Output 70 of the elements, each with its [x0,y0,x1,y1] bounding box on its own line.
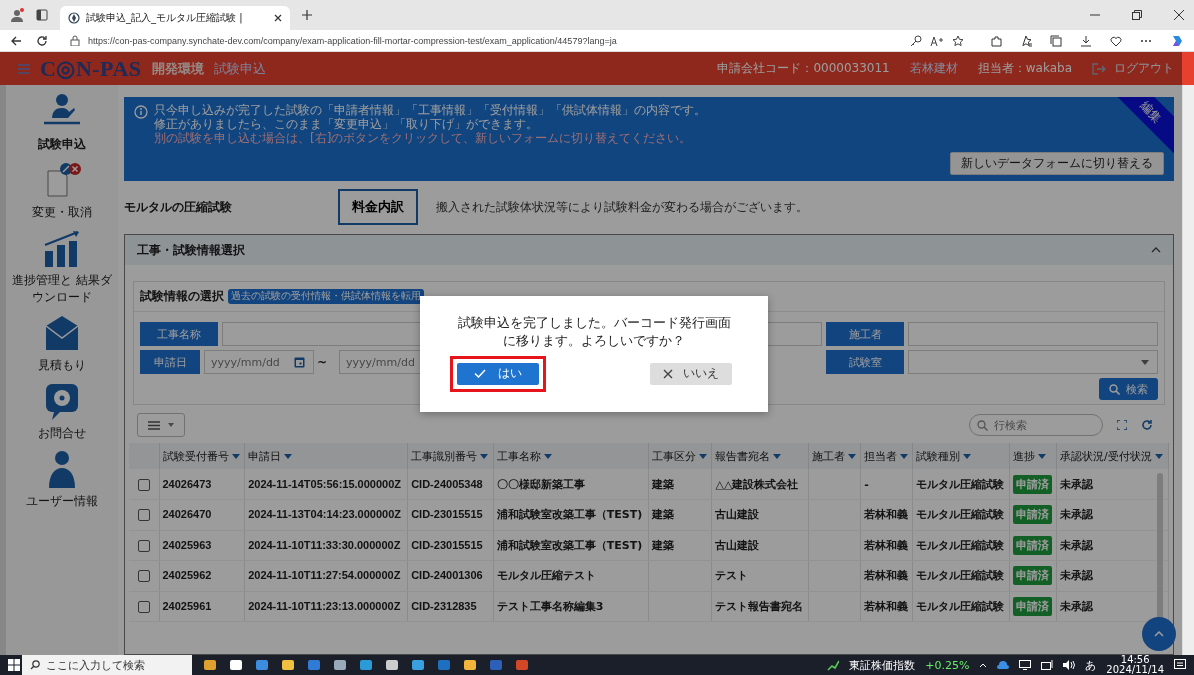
page-title: 試験申込 [213,59,266,78]
url-text: https://con-pas-company.synchate-dev.com/company/exam-application-fill-mortar-compression-test/exam_application/44579?lang=ja [88,35,617,46]
dialog-message: 試験申込を完了しました。バーコード発行画面 に移ります。よろしいですか？ [457,313,731,350]
table-cell: 未承認 [1060,477,1094,491]
table-cell: CID-23015515 [411,538,483,551]
table-cell: 古山建設 [715,508,760,522]
table-cell: 若林和義 [864,538,909,552]
status-badge: 申請済 [1013,535,1053,555]
environment-label: 開発環境 [151,59,204,78]
status-badge: 申請済 [1013,596,1053,616]
table-cell: 2024-11-10T11:27:54.000000Z [248,569,401,582]
table-cell: 若林和義 [864,569,909,583]
info-text: 只今申し込みが完了した試験の「申請者情報」「工事情報」「受付情報」「供試体情報」の内容です。 [154,103,706,117]
table-cell: 24026470 [162,508,212,521]
field-label: 工事名称 [140,322,218,346]
table-cell: モルタル圧縮試験 [916,538,1005,552]
table-cell: 未承認 [1060,508,1094,522]
alert-text: 別の試験を申し込む場合は、[右]のボタンをクリックして、新しいフォームに切り替えてください。 [154,131,693,146]
table-cell: 建築 [652,477,675,491]
table-cell: 2024-11-10T11:23:13.000000Z [248,599,401,612]
table-cell: テスト工事名称編集3 [496,599,604,613]
table-cell: モルタル圧縮試験 [916,508,1005,522]
table-cell: 若林和義 [864,508,909,522]
table-cell: テスト報告書宛名 [715,599,804,613]
table-cell: 浦和試験室改築工事（TEST) [496,508,643,522]
table-cell: CID-2312835 [411,599,477,612]
table-cell: - [864,477,869,491]
table-cell: 2024-11-10T11:33:30.000000Z [248,538,401,551]
status-badge: 申請済 [1013,566,1053,586]
table-cell: 〇〇様邸新築工事 [496,477,585,491]
field-label: 申請日 [140,350,200,374]
company-code: 申請会社コード：0000033011 [717,60,890,77]
card-title: 試験情報の選択 [140,288,224,305]
table-cell: 浦和試験室改築工事（TEST) [496,538,643,552]
table-cell: △△建設株式会社 [715,477,799,491]
table-cell: 2024-11-14T05:56:15.000000Z [248,477,402,490]
table-cell: 建築 [652,508,675,522]
table-cell: 未承認 [1060,569,1094,583]
range-separator: ~ [317,355,328,369]
table-cell: 未承認 [1060,599,1094,613]
hint-badge: 過去の試験の受付情報・供試体情報を転用 [228,289,424,304]
table-cell: 建築 [652,538,675,552]
table-cell: 未承認 [1060,538,1094,552]
table-cell: 若林和義 [864,599,909,613]
table-cell: 24025961 [162,599,212,612]
table-cell: モルタル圧縮テスト [496,569,596,583]
tab-title: 試験申込_記入_モルタル圧縮試験 | [86,11,244,25]
page-heading: モルタルの圧縮試験 [124,198,233,216]
stock-change: +0.25% [925,658,970,672]
table-cell: 24026473 [162,477,212,490]
field-label: 施工者 [826,322,904,346]
field-label: 試験室 [826,350,904,374]
fee-note: 搬入された試験体状況等により試験料金が変わる場合がございます。 [436,199,808,215]
table-cell: CID-24005348 [411,477,483,490]
table-cell: 24025963 [162,538,212,551]
table-cell: テスト [715,569,749,583]
table-cell: CID-24001306 [411,569,483,582]
table-cell: CID-23015515 [411,508,483,521]
table-cell: 2024-11-13T04:14:23.000000Z [248,508,402,521]
table-cell: 24025962 [162,569,212,582]
panel-title: 工事・試験情報選択 [137,241,245,259]
stock-name: 東証株価指数 [849,657,916,673]
status-badge: 申請済 [1013,505,1053,525]
user-label: 担当者：wakaba [977,60,1072,77]
table-cell: モルタル圧縮試験 [916,569,1005,583]
table-cell: モルタル圧縮試験 [916,477,1005,491]
table-cell: 古山建設 [715,538,760,552]
info-text: 修正がありましたら、このまま「変更申込」「取り下げ」ができます。 [154,117,539,131]
status-badge: 申請済 [1013,474,1053,494]
table-cell: モルタル圧縮試験 [916,599,1005,613]
